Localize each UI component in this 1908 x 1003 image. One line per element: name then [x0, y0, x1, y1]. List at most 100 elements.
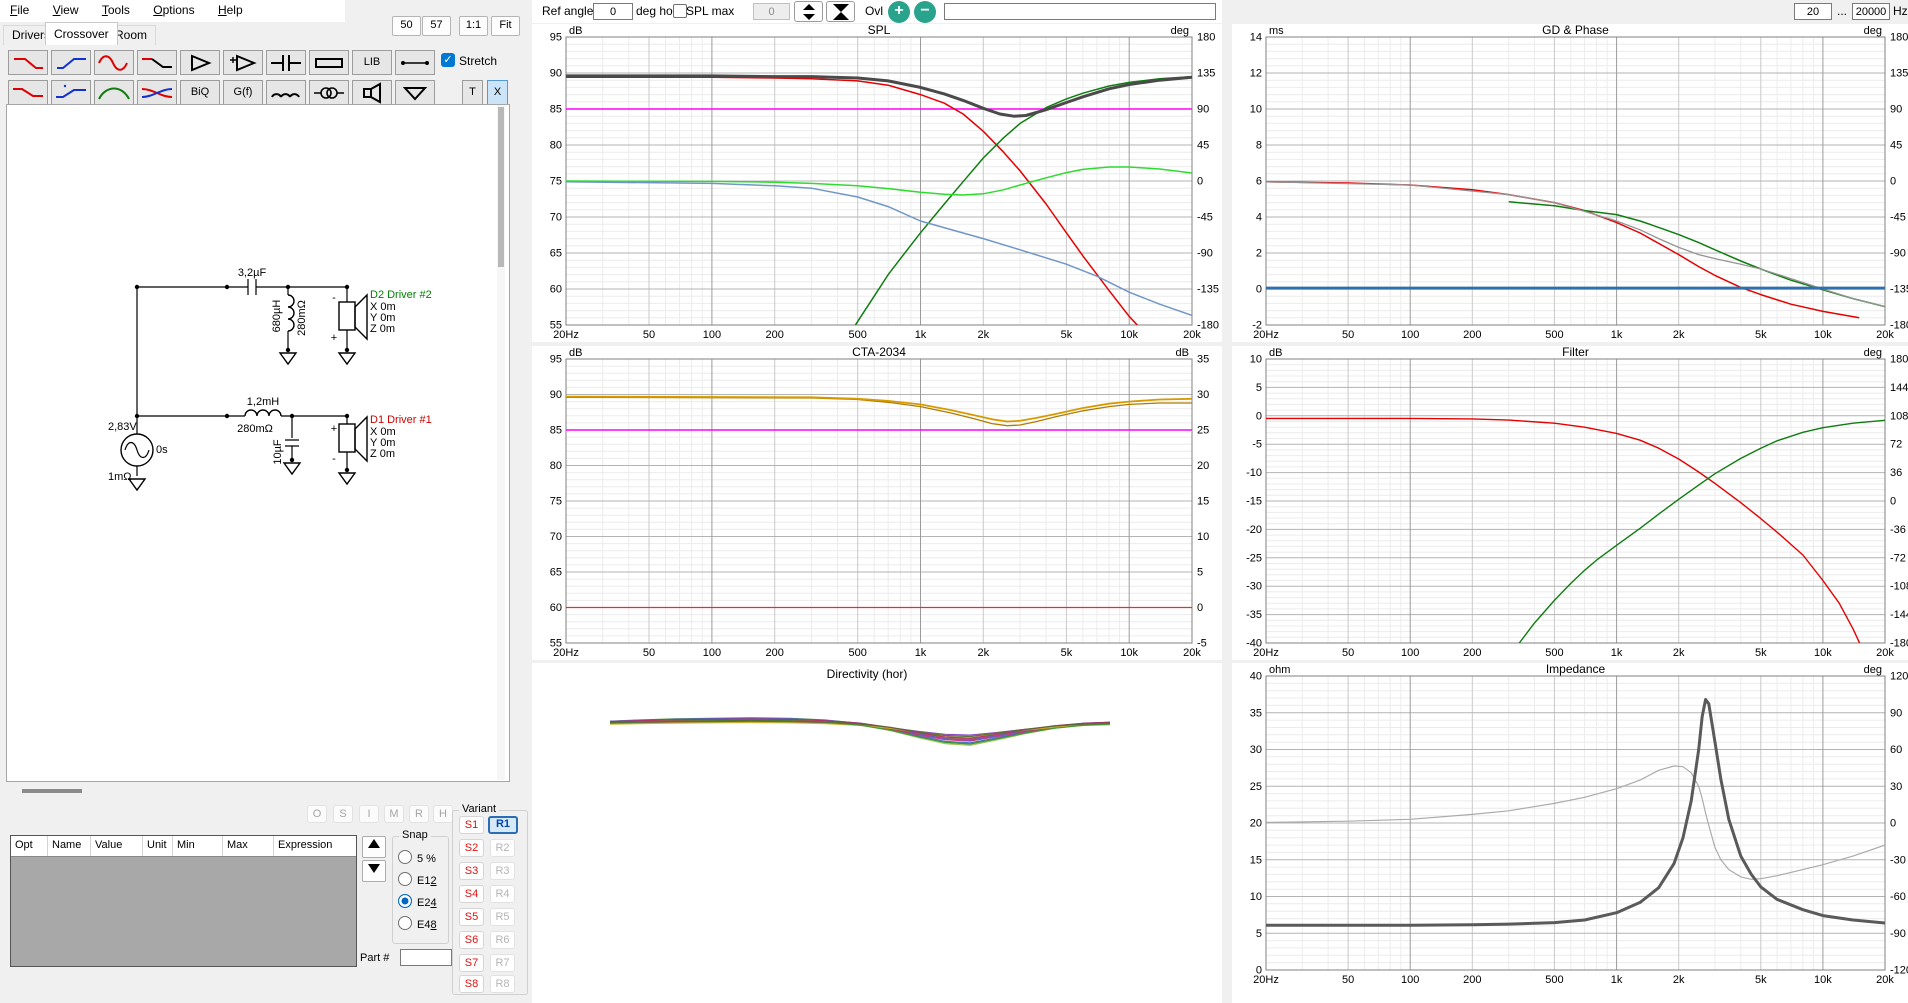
- variant-s2-button[interactable]: S2: [459, 839, 484, 857]
- menu-file[interactable]: File: [0, 0, 39, 20]
- tool-crossover-button[interactable]: [137, 80, 177, 105]
- mode-h-button[interactable]: H: [433, 805, 453, 823]
- tool-t-button[interactable]: T: [462, 80, 483, 105]
- svg-text:200: 200: [766, 329, 784, 341]
- svg-text:-35: -35: [1246, 609, 1262, 621]
- svg-text:10k: 10k: [1814, 647, 1832, 659]
- overlay-name-input[interactable]: [944, 3, 1216, 20]
- svg-text:30: 30: [1197, 389, 1209, 401]
- svg-text:20k: 20k: [1876, 974, 1894, 986]
- mode-i-button[interactable]: I: [359, 805, 379, 823]
- overlay-add-button[interactable]: +: [888, 1, 910, 23]
- snap-e24-option[interactable]: E24: [398, 894, 437, 909]
- spl-chart[interactable]: 95908580757065605518013590450-45-90-135-…: [532, 24, 1222, 342]
- svg-text:20Hz: 20Hz: [1253, 647, 1279, 659]
- tool-biquad-button[interactable]: BiQ: [180, 80, 220, 105]
- ref-angle-input[interactable]: [593, 3, 633, 20]
- mode-o-button[interactable]: O: [307, 805, 327, 823]
- variant-s7-button[interactable]: S7: [459, 954, 484, 972]
- zoom-fit-button[interactable]: Fit: [491, 16, 520, 36]
- freq-max-input[interactable]: [1852, 3, 1890, 20]
- tool-shelf-high-button[interactable]: [51, 80, 91, 105]
- svg-text:40: 40: [1250, 671, 1262, 683]
- menu-view[interactable]: View: [43, 0, 89, 20]
- tool-peak-button[interactable]: [94, 50, 134, 75]
- stretch-checkbox[interactable]: ✓: [441, 53, 455, 67]
- tool-ground-button[interactable]: [395, 80, 435, 105]
- canvas-hscrollbar-thumb[interactable]: [22, 789, 82, 793]
- variant-r2-button[interactable]: R2: [490, 839, 515, 857]
- impedance-chart[interactable]: 40353025201510501209060300-30-60-90-1202…: [1232, 663, 1908, 1003]
- tool-gain-function-button[interactable]: G(f): [223, 80, 263, 105]
- filter-chart[interactable]: 1050-5-10-15-20-25-30-35-401801441087236…: [1232, 346, 1908, 660]
- freq-min-input[interactable]: [1794, 3, 1832, 20]
- variant-r1-button[interactable]: R1: [488, 816, 518, 834]
- svg-text:5: 5: [1256, 382, 1262, 394]
- variant-r5-button[interactable]: R5: [490, 908, 515, 926]
- variant-r8-button[interactable]: R8: [490, 975, 515, 993]
- svg-text:-10: -10: [1246, 467, 1262, 479]
- variant-s5-button[interactable]: S5: [459, 908, 484, 926]
- tool-capacitor-button[interactable]: [266, 50, 306, 75]
- snap-e48-option[interactable]: E48: [398, 916, 437, 931]
- overlay-remove-button[interactable]: −: [914, 1, 936, 23]
- tool-x-button[interactable]: X: [487, 80, 508, 105]
- variant-s6-button[interactable]: S6: [459, 931, 484, 949]
- spl-spinner-button[interactable]: [794, 1, 823, 22]
- tool-speaker-button[interactable]: [352, 80, 392, 105]
- mode-s-button[interactable]: S: [333, 805, 353, 823]
- menu-help[interactable]: Help: [208, 0, 253, 20]
- parameter-table[interactable]: Opt Name Value Unit Min Max Expression: [10, 835, 357, 967]
- tab-crossover[interactable]: Crossover: [45, 22, 118, 45]
- mode-m-button[interactable]: M: [384, 805, 404, 823]
- snap-e12-option[interactable]: E12: [398, 872, 437, 887]
- spl-max-checkbox[interactable]: [673, 4, 687, 18]
- move-down-button[interactable]: [362, 860, 386, 882]
- menu-tools[interactable]: Tools: [92, 0, 140, 20]
- canvas-vscrollbar-thumb[interactable]: [498, 107, 504, 267]
- tool-resistor-button[interactable]: [309, 50, 349, 75]
- wire-icon: [401, 61, 429, 65]
- tool-lowpass-button[interactable]: [8, 50, 48, 75]
- variant-r3-button[interactable]: R3: [490, 862, 515, 880]
- part-number-input[interactable]: [400, 949, 452, 966]
- gd-phase-chart[interactable]: 14121086420-218013590450-45-90-135-18020…: [1232, 24, 1908, 342]
- spl-max-input[interactable]: [753, 3, 790, 20]
- tool-shelf-low-button[interactable]: [8, 80, 48, 105]
- svg-text:deg: deg: [1864, 25, 1882, 37]
- variant-s8-button[interactable]: S8: [459, 975, 484, 993]
- schematic-height-button[interactable]: 57: [422, 16, 451, 36]
- tool-bandpass-button[interactable]: [94, 80, 134, 105]
- variant-r4-button[interactable]: R4: [490, 885, 515, 903]
- svg-text:-90: -90: [1890, 928, 1906, 940]
- tool-library-button[interactable]: LIB: [352, 50, 392, 75]
- cta2034-chart[interactable]: 95908580757065605535302520151050-520Hz 50…: [532, 346, 1222, 660]
- radio-selected-icon: [398, 894, 412, 908]
- spl-collapse-button[interactable]: [826, 1, 855, 22]
- svg-text:5k: 5k: [1061, 647, 1073, 659]
- col-max: Max: [223, 836, 274, 856]
- variant-s4-button[interactable]: S4: [459, 885, 484, 903]
- variant-s1-button[interactable]: S1: [459, 816, 484, 834]
- tool-shelf-button[interactable]: [137, 50, 177, 75]
- variant-r6-button[interactable]: R6: [490, 931, 515, 949]
- d2-plus: +: [331, 332, 337, 344]
- tool-highpass-button[interactable]: [51, 50, 91, 75]
- mode-r-button[interactable]: R: [409, 805, 429, 823]
- tool-transformer-button[interactable]: [309, 80, 349, 105]
- zoom-1to1-button[interactable]: 1:1: [459, 16, 488, 36]
- menu-options[interactable]: Options: [143, 0, 204, 20]
- tool-inductor-button[interactable]: [266, 80, 306, 105]
- move-up-button[interactable]: [362, 836, 386, 858]
- tool-buffer-button[interactable]: [180, 50, 220, 75]
- schematic-width-button[interactable]: 50: [392, 16, 421, 36]
- variant-r7-button[interactable]: R7: [490, 954, 515, 972]
- res1-value: 280mΩ: [296, 300, 308, 336]
- tool-opamp-button[interactable]: [223, 50, 263, 75]
- svg-text:0: 0: [1256, 410, 1262, 422]
- snap-5pct-option[interactable]: 5 %: [398, 850, 436, 865]
- directivity-chart[interactable]: Directivity (hor): [532, 663, 1222, 1003]
- inductor-icon: [271, 93, 300, 98]
- tool-wire-button[interactable]: [395, 50, 435, 75]
- variant-s3-button[interactable]: S3: [459, 862, 484, 880]
